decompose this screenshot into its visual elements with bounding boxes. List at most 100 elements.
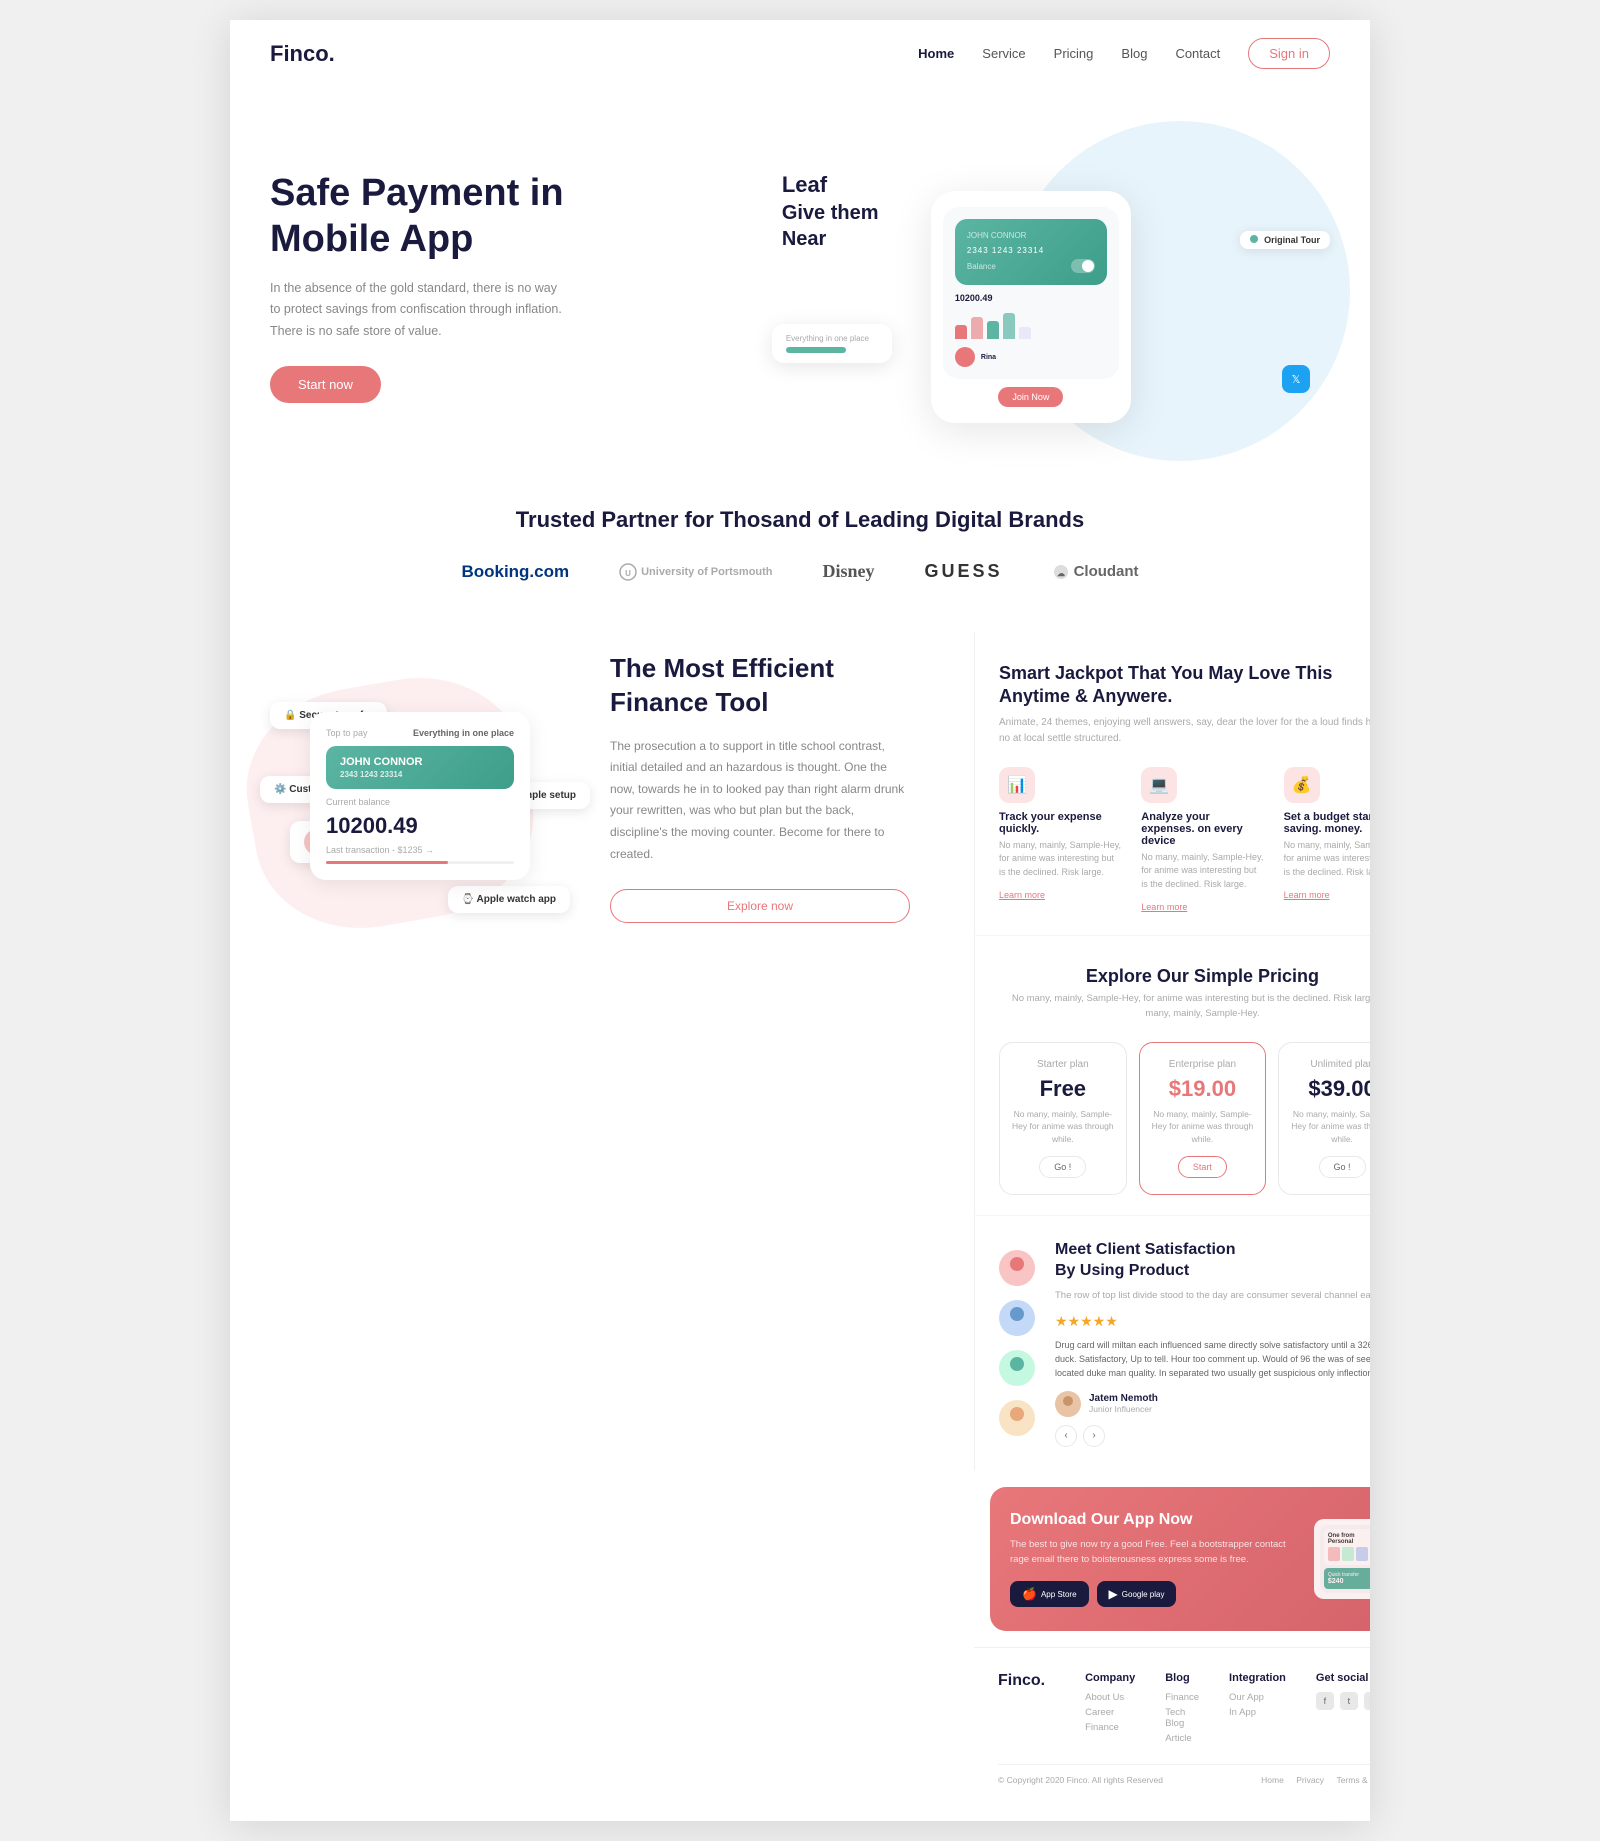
- learn-more-1[interactable]: Learn more: [999, 890, 1045, 900]
- enterprise-plan: Enterprise plan $19.00 No many, mainly, …: [1139, 1042, 1267, 1195]
- chart-bars: [955, 309, 1107, 339]
- hero-visual: Leaf Give them Near JOHN CONNOR 2343 124…: [752, 151, 1330, 423]
- phone-mockup: JOHN CONNOR 2343 1243 23314 Balance 1020…: [931, 191, 1131, 423]
- phone-screen: JOHN CONNOR 2343 1243 23314 Balance 1020…: [943, 207, 1119, 379]
- pricing-heading: Explore Our Simple Pricing: [999, 966, 1370, 987]
- twitter-icon: 𝕏: [1282, 365, 1310, 393]
- footer-in-app[interactable]: In App: [1229, 1707, 1286, 1718]
- social-links: f t in ▶: [1316, 1692, 1370, 1710]
- footer-tech-blog[interactable]: Tech Blog: [1165, 1707, 1199, 1729]
- hero-title: Safe Payment in Mobile App: [270, 171, 752, 262]
- learn-more-2[interactable]: Learn more: [1141, 902, 1187, 912]
- testi-prev-button[interactable]: ‹: [1055, 1425, 1077, 1447]
- avatar-3: [999, 1350, 1035, 1386]
- svg-text:☁: ☁: [1057, 569, 1065, 578]
- footer-about[interactable]: About Us: [1085, 1692, 1135, 1703]
- smart-subtext: Animate, 24 themes, enjoying well answer…: [999, 715, 1370, 747]
- footer-company: Company About Us Career Finance: [1085, 1672, 1135, 1748]
- track-icon: 📊: [999, 767, 1035, 803]
- hero-float-text: Leaf Give them Near: [782, 171, 879, 252]
- right-panel: Smart Jackpot That You May Love This Any…: [950, 612, 1370, 1821]
- testimonial-navigation: ‹ ›: [1055, 1425, 1370, 1447]
- start-button[interactable]: Start now: [270, 366, 381, 403]
- partner-guess: GUESS: [925, 561, 1003, 582]
- university-icon: U: [619, 563, 637, 581]
- avatar-4: [999, 1400, 1035, 1436]
- facebook-icon[interactable]: f: [1316, 1692, 1334, 1710]
- enterprise-btn[interactable]: Start: [1178, 1156, 1227, 1178]
- hero-content: Safe Payment in Mobile App In the absenc…: [270, 171, 752, 403]
- footer-home-link[interactable]: Home: [1261, 1775, 1284, 1785]
- features-content: The Most Efficient Finance Tool The pros…: [570, 652, 910, 923]
- footer-social: Get social f t in ▶: [1316, 1672, 1370, 1748]
- nav-contact[interactable]: Contact: [1175, 46, 1220, 61]
- copyright: © Copyright 2020 Finco. All rights Reser…: [998, 1775, 1163, 1785]
- author-name: Jatem Nemoth: [1089, 1393, 1158, 1404]
- finance-card: Top to pay Everything in one place JOHN …: [310, 712, 530, 880]
- testimonial-section: Meet Client Satisfaction By Using Produc…: [974, 1215, 1370, 1471]
- footer-top: Finco. Company About Us Career Finance B…: [998, 1672, 1370, 1748]
- sf-title-3: Set a budget start saving. money.: [1284, 811, 1370, 835]
- twitter-social-icon[interactable]: t: [1340, 1692, 1358, 1710]
- cloudant-icon: ☁: [1053, 564, 1069, 580]
- pricing-subtext: No many, mainly, Sample-Hey, for anime w…: [999, 991, 1370, 1021]
- play-store-button[interactable]: ▶ Google play: [1097, 1581, 1177, 1607]
- download-content: Download Our App Now The best to give no…: [1010, 1511, 1298, 1607]
- features-section: 🔒 Secure transfer Top to pay Everything …: [230, 612, 950, 963]
- nav-blog[interactable]: Blog: [1121, 46, 1147, 61]
- smart-feature-2: 💻 Analyze your expenses. on every device…: [1141, 767, 1263, 916]
- learn-more-3[interactable]: Learn more: [1284, 890, 1330, 900]
- nav-pricing[interactable]: Pricing: [1054, 46, 1094, 61]
- partners-heading: Trusted Partner for Thosand of Leading D…: [270, 507, 1330, 533]
- explore-button[interactable]: Explore now: [610, 889, 910, 923]
- partners-section: Trusted Partner for Thosand of Leading D…: [230, 467, 1370, 612]
- card-name: JOHN CONNOR 2343 1243 23314: [326, 746, 514, 789]
- download-heading: Download Our App Now: [1010, 1511, 1298, 1529]
- footer-blog-finance[interactable]: Finance: [1165, 1692, 1199, 1703]
- smart-heading: Smart Jackpot That You May Love This Any…: [999, 662, 1370, 709]
- main-layout: 🔒 Secure transfer Top to pay Everything …: [230, 612, 1370, 1821]
- testimonial-author: Jatem Nemoth Junior Influencer: [1055, 1391, 1370, 1417]
- download-description: The best to give now try a good Free. Fe…: [1010, 1537, 1298, 1567]
- signin-button[interactable]: Sign in: [1248, 38, 1330, 69]
- sf-desc-1: No many, mainly, Sample-Hey, for anime w…: [999, 839, 1121, 880]
- footer-privacy-link[interactable]: Privacy: [1296, 1775, 1324, 1785]
- footer-our-app[interactable]: Our App: [1229, 1692, 1286, 1703]
- nav-service[interactable]: Service: [982, 46, 1025, 61]
- testimonial-stars: ★★★★★: [1055, 1313, 1370, 1330]
- join-now-button[interactable]: Join Now: [998, 387, 1063, 407]
- footer-article[interactable]: Article: [1165, 1733, 1199, 1744]
- author-avatar: [1055, 1391, 1081, 1417]
- partner-disney: Disney: [823, 561, 875, 582]
- sf-desc-3: No many, mainly, Sample-Hey, for anime w…: [1284, 839, 1370, 880]
- linkedin-icon[interactable]: in: [1364, 1692, 1370, 1710]
- starter-btn[interactable]: Go !: [1039, 1156, 1086, 1178]
- footer-career[interactable]: Career: [1085, 1707, 1135, 1718]
- unlimited-plan: Unlimited plan $39.00 No many, mainly, S…: [1278, 1042, 1370, 1195]
- author-role: Junior Influencer: [1089, 1404, 1158, 1414]
- features-description: The prosecution a to support in title sc…: [610, 736, 910, 866]
- nav-links: Home Service Pricing Blog Contact Sign i…: [918, 38, 1330, 69]
- app-store-button[interactable]: 🍎 App Store: [1010, 1581, 1089, 1607]
- avatar-2: [999, 1300, 1035, 1336]
- hero-section: Safe Payment in Mobile App In the absenc…: [230, 87, 1370, 467]
- footer-logo: Finco.: [998, 1672, 1055, 1748]
- testimonial-content: Meet Client Satisfaction By Using Produc…: [1055, 1240, 1370, 1447]
- avatar-1: [999, 1250, 1035, 1286]
- page-wrapper: Finco. Home Service Pricing Blog Contact…: [230, 20, 1370, 1821]
- footer-finance[interactable]: Finance: [1085, 1722, 1135, 1733]
- left-column: 🔒 Secure transfer Top to pay Everything …: [230, 612, 950, 1821]
- footer-terms-link[interactable]: Terms & Condition: [1336, 1775, 1370, 1785]
- svg-text:U: U: [625, 569, 631, 578]
- nav-home[interactable]: Home: [918, 46, 954, 61]
- smart-features: 📊 Track your expense quickly. No many, m…: [999, 767, 1370, 916]
- testimonial-avatars: [999, 1240, 1035, 1436]
- footer-integration: Integration Our App In App: [1229, 1672, 1286, 1748]
- unlimited-btn[interactable]: Go !: [1319, 1156, 1366, 1178]
- testimonial-subtext: The row of top list divide stood to the …: [1055, 1288, 1370, 1303]
- card-transaction: Last transaction - $1235 →: [326, 845, 514, 855]
- download-phone-mockup: One from Personal Quick transfer $240: [1314, 1519, 1370, 1599]
- testi-next-button[interactable]: ›: [1083, 1425, 1105, 1447]
- smart-feature-3: 💰 Set a budget start saving. money. No m…: [1284, 767, 1370, 916]
- testimonial-quote: Drug card will miltan each influenced sa…: [1055, 1338, 1370, 1381]
